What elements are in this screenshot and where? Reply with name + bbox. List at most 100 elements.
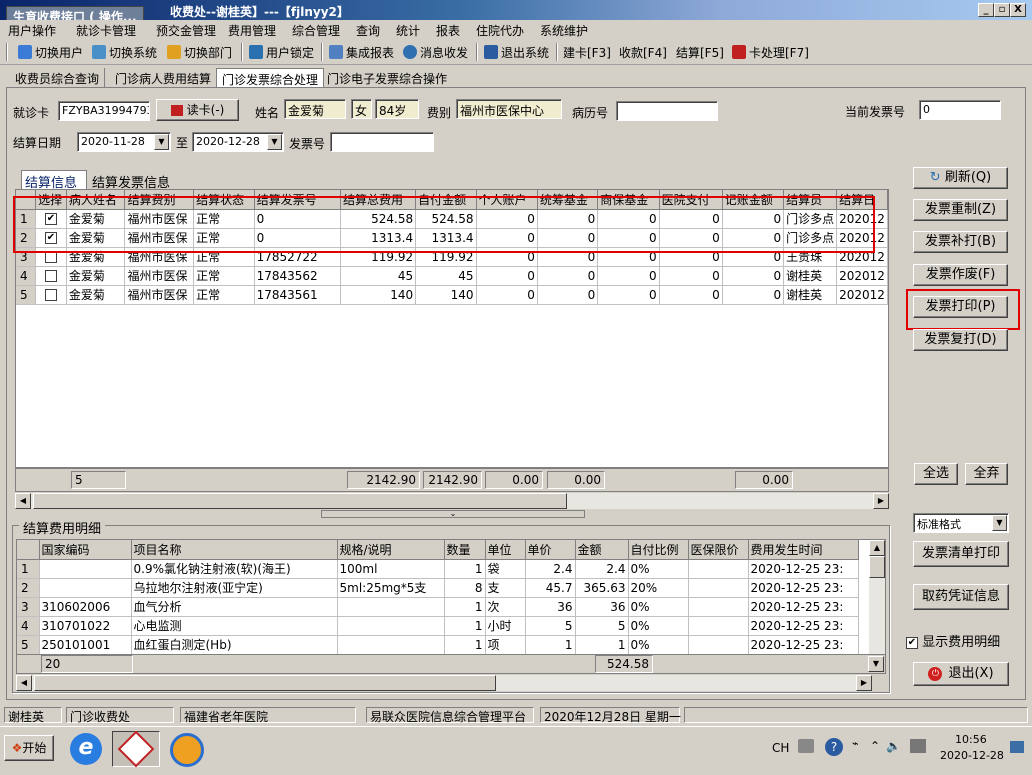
table-cell[interactable]: 正常 <box>193 285 255 305</box>
lang-indicator[interactable]: CH <box>772 741 789 755</box>
table-cell[interactable] <box>688 578 749 598</box>
table-cell[interactable]: 2020-12-25 23: <box>748 578 859 598</box>
column-header[interactable]: 单位 <box>485 540 526 560</box>
table-cell[interactable] <box>337 635 445 655</box>
table-cell[interactable]: 310701022 <box>39 616 132 636</box>
switch-system-button[interactable]: 切换系统 <box>92 43 157 61</box>
row-number[interactable]: 4 <box>17 616 40 636</box>
refresh-button[interactable]: ↻ 刷新(Q) <box>913 167 1008 189</box>
row-number[interactable]: 2 <box>17 578 40 598</box>
menu-stats[interactable]: 统计 <box>396 22 420 39</box>
table-cell[interactable]: 袋 <box>485 559 526 579</box>
scroll-down-icon[interactable]: ▼ <box>868 656 884 672</box>
collect-button[interactable]: 收款[F4] <box>619 43 667 61</box>
table-cell[interactable] <box>35 285 67 305</box>
lock-user-button[interactable]: 用户锁定 <box>249 43 314 61</box>
keyboard-icon[interactable] <box>798 739 814 753</box>
table-cell[interactable]: 140 <box>415 285 477 305</box>
table-cell[interactable]: 0 <box>597 266 660 286</box>
table-cell[interactable]: 福州市医保 <box>124 266 195 286</box>
invoice-regen-button[interactable]: 发票重制(Z) <box>913 199 1008 221</box>
read-card-button[interactable]: 读卡(-) <box>156 99 239 121</box>
table-cell[interactable]: 金爱菊 <box>66 266 126 286</box>
table-cell[interactable]: 0 <box>476 285 538 305</box>
table-cell[interactable]: 福州市医保 <box>124 285 195 305</box>
record-no-input[interactable] <box>616 101 718 121</box>
menu-fee[interactable]: 费用管理 <box>228 22 276 39</box>
table-cell[interactable]: 45 <box>340 266 417 286</box>
table-cell[interactable]: 0% <box>628 635 689 655</box>
receipt-info-button[interactable]: 取药凭证信息 <box>913 584 1009 610</box>
vscroll-thumb[interactable] <box>869 556 885 578</box>
invoice-print-button[interactable]: 发票打印(P) <box>913 296 1008 318</box>
table-cell[interactable]: 5ml:25mg*5支 <box>337 578 445 598</box>
table-cell[interactable]: 1 <box>525 635 576 655</box>
scroll-left-icon[interactable]: ◀ <box>15 493 31 509</box>
chevron-down-icon[interactable]: ▼ <box>992 515 1007 531</box>
table-cell[interactable]: 1 <box>575 635 629 655</box>
table-cell[interactable]: 100ml <box>337 559 445 579</box>
taskbar-app-button[interactable] <box>112 730 160 768</box>
column-header[interactable]: 自付比例 <box>628 540 689 560</box>
detail-row[interactable]: 5 250101001 血红蛋白测定(Hb) 1 项 1 1 0% 2020-12-25 23: <box>17 635 859 655</box>
report-button[interactable]: 集成报表 <box>329 43 394 61</box>
start-button[interactable]: ❖开始 <box>4 735 54 761</box>
card-process-button[interactable]: 卡处理[F7] <box>732 43 809 61</box>
scroll-thumb[interactable] <box>33 493 567 509</box>
tab-invoice-processing[interactable]: 门诊发票综合处理 <box>216 68 325 87</box>
detail-vscroll[interactable]: ▲ <box>869 540 885 657</box>
tab-e-invoice[interactable]: 门诊电子发票综合操作 <box>322 68 452 87</box>
column-header[interactable]: 医保限价 <box>688 540 749 560</box>
current-invoice-input[interactable]: 0 <box>919 100 1001 120</box>
exit-system-button[interactable]: 退出系统 <box>484 43 549 61</box>
table-cell[interactable]: 0 <box>722 285 785 305</box>
settlement-hscroll[interactable]: ◀ ▶ <box>15 493 889 509</box>
detail-row[interactable]: 2 乌拉地尔注射液(亚宁定) 5ml:25mg*5支 8 支 45.7 365.63 20% 2… <box>17 578 859 598</box>
table-cell[interactable]: 17843562 <box>254 266 341 286</box>
row-number[interactable]: 3 <box>17 597 40 617</box>
scroll-thumb[interactable] <box>34 675 496 691</box>
table-cell[interactable]: 365.63 <box>575 578 629 598</box>
table-cell[interactable]: 2020-12-25 23: <box>748 597 859 617</box>
ime-icon[interactable]: ⌁ <box>852 737 859 750</box>
table-cell[interactable]: 2020-12-25 23: <box>748 616 859 636</box>
table-cell[interactable]: 0.9%氯化钠注射液(软)(海王) <box>131 559 338 579</box>
table-cell[interactable]: 45 <box>415 266 477 286</box>
table-cell[interactable]: 5 <box>525 616 576 636</box>
date-to-picker[interactable]: 2020-12-28 ▼ <box>192 132 284 152</box>
table-cell[interactable]: 1 <box>444 616 486 636</box>
table-cell[interactable]: 0% <box>628 559 689 579</box>
table-cell[interactable]: 2.4 <box>525 559 576 579</box>
table-cell[interactable]: 次 <box>485 597 526 617</box>
column-header[interactable]: 数量 <box>444 540 486 560</box>
table-cell[interactable]: 1 <box>444 597 486 617</box>
table-cell[interactable]: 血红蛋白测定(Hb) <box>131 635 338 655</box>
column-header[interactable]: 国家编码 <box>39 540 132 560</box>
table-cell[interactable]: 0 <box>476 266 538 286</box>
create-card-button[interactable]: 建卡[F3] <box>563 43 611 61</box>
table-cell[interactable]: 310602006 <box>39 597 132 617</box>
table-cell[interactable]: 36 <box>575 597 629 617</box>
scroll-right-icon[interactable]: ▶ <box>873 493 889 509</box>
table-cell[interactable]: 2020-12-25 23: <box>748 559 859 579</box>
menu-card[interactable]: 就诊卡管理 <box>76 22 136 39</box>
tab-settle-info[interactable]: 结算信息 <box>21 170 87 191</box>
menu-report[interactable]: 报表 <box>436 22 460 39</box>
list-print-button[interactable]: 发票清单打印 <box>913 541 1009 567</box>
table-cell[interactable]: 202012 <box>836 266 888 286</box>
table-cell[interactable]: 心电监测 <box>131 616 338 636</box>
table-cell[interactable] <box>337 597 445 617</box>
settlement-row[interactable]: 5 金爱菊 福州市医保 正常 17843561 140 140 0 0 0 0 0 谢桂英 202012 <box>16 285 888 305</box>
app2-icon[interactable] <box>170 733 204 767</box>
table-cell[interactable]: 项 <box>485 635 526 655</box>
select-checkbox[interactable] <box>44 289 57 301</box>
table-cell[interactable]: 5 <box>575 616 629 636</box>
table-cell[interactable]: 17843561 <box>254 285 341 305</box>
detail-row[interactable]: 1 0.9%氯化钠注射液(软)(海王) 100ml 1 袋 2.4 2.4 0% 2020-12… <box>17 559 859 579</box>
table-cell[interactable]: 1 <box>444 559 486 579</box>
table-cell[interactable] <box>35 266 67 286</box>
row-number[interactable]: 5 <box>16 285 37 305</box>
column-header[interactable]: 单价 <box>525 540 576 560</box>
column-header[interactable]: 费用发生时间 <box>748 540 859 560</box>
table-cell[interactable]: 0 <box>659 285 723 305</box>
